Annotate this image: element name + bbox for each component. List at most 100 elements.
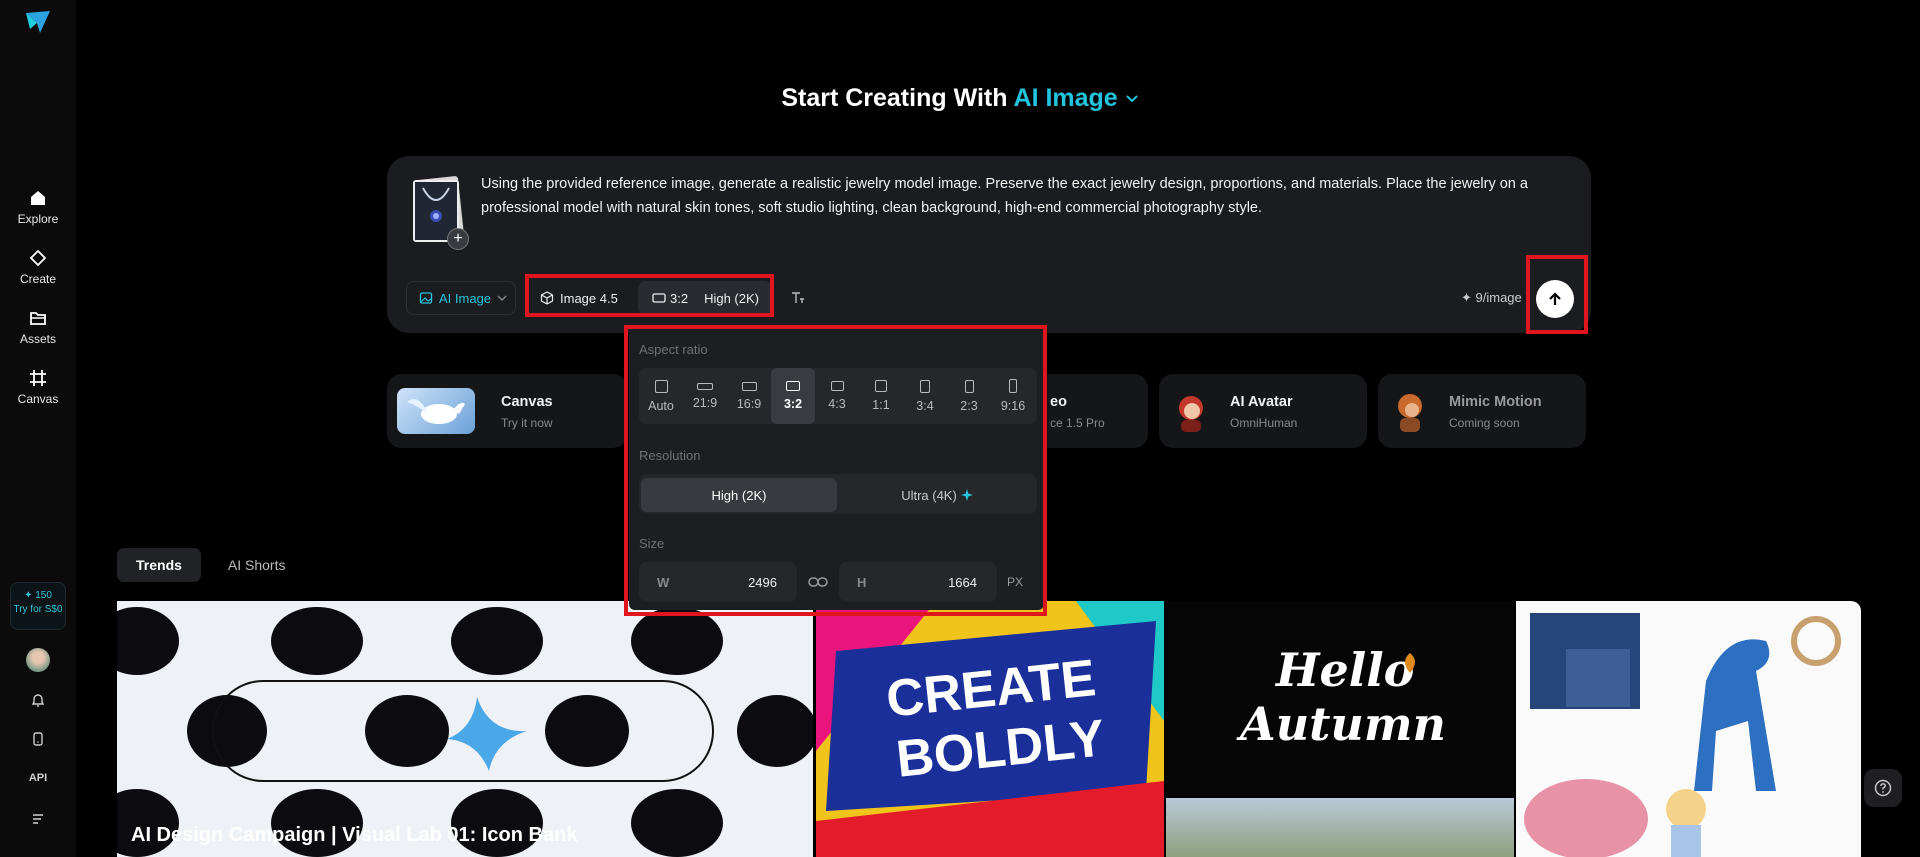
card-title: Mimic Motion bbox=[1449, 394, 1542, 410]
card-subtitle: Coming soon bbox=[1449, 416, 1520, 430]
gallery-tile-featured[interactable]: AI Design Campaign | Visual Lab 01: Icon… bbox=[117, 601, 813, 857]
submit-button[interactable] bbox=[1536, 280, 1574, 318]
ratio-option-16-9[interactable]: 16:9 bbox=[727, 368, 771, 424]
resolution-label: High (2K) bbox=[704, 290, 759, 306]
headline-prefix: Start Creating With bbox=[781, 84, 1008, 112]
aspect-ratio-popup: Aspect ratio Auto 21:9 16:9 3:2 4:3 1:1 … bbox=[629, 330, 1044, 610]
chevron-down-icon bbox=[1125, 95, 1138, 103]
height-key: H bbox=[857, 575, 867, 590]
ratio-option-9-16[interactable]: 9:16 bbox=[991, 368, 1035, 424]
tab-ai-shorts[interactable]: AI Shorts bbox=[209, 548, 305, 582]
mobile-icon[interactable] bbox=[26, 727, 50, 751]
api-link[interactable]: API bbox=[26, 766, 50, 790]
folder-icon bbox=[30, 312, 46, 325]
mimic-thumbnail bbox=[1388, 388, 1432, 434]
feature-card-mimic-motion[interactable]: Mimic Motion Coming soon bbox=[1378, 374, 1586, 448]
sidebar-item-label: Assets bbox=[19, 332, 56, 346]
tab-trends[interactable]: Trends bbox=[117, 548, 201, 582]
ratio-shape-icon bbox=[1009, 379, 1017, 393]
resolution-option-ultra[interactable]: Ultra (4K) bbox=[839, 478, 1035, 512]
avatar-thumbnail bbox=[1169, 388, 1213, 434]
leaf-icon bbox=[1405, 653, 1415, 673]
ratio-option-4-3[interactable]: 4:3 bbox=[815, 368, 859, 424]
bell-icon[interactable] bbox=[26, 688, 50, 712]
cost-label: ✦ 9/image bbox=[1461, 290, 1522, 305]
sidebar-item-assets[interactable]: Assets bbox=[0, 308, 76, 346]
ratio-option-21-9[interactable]: 21:9 bbox=[683, 368, 727, 424]
gallery-tile-create-boldly[interactable]: CREATE BOLDLY bbox=[816, 601, 1164, 857]
sidebar-item-explore[interactable]: Explore bbox=[0, 188, 76, 226]
arrow-up-icon bbox=[1549, 292, 1561, 305]
app-logo-icon[interactable] bbox=[24, 9, 52, 37]
text-format-icon bbox=[792, 292, 804, 303]
avatar[interactable] bbox=[26, 648, 50, 672]
text-style-button[interactable] bbox=[782, 281, 814, 315]
card-title: Canvas bbox=[501, 394, 553, 410]
canvas-grid-icon bbox=[30, 370, 46, 386]
ratio-option-3-4[interactable]: 3:4 bbox=[903, 368, 947, 424]
gallery-tile-hello-autumn[interactable]: Hello Autumn bbox=[1166, 601, 1514, 797]
aspect-ratio-icon bbox=[652, 293, 666, 303]
home-icon bbox=[31, 191, 45, 205]
mode-dropdown-label: AI Image bbox=[439, 290, 492, 306]
ratio-label: 4:3 bbox=[828, 397, 846, 411]
model-selector[interactable]: Image 4.5 bbox=[530, 281, 637, 315]
ratio-option-2-3[interactable]: 2:3 bbox=[947, 368, 991, 424]
width-field[interactable]: W 2496 bbox=[639, 562, 797, 602]
gallery-tile-castle[interactable] bbox=[1166, 798, 1514, 857]
ratio-shape-icon bbox=[741, 382, 757, 391]
ratio-option-3-2[interactable]: 3:2 bbox=[771, 368, 815, 424]
ratio-options: Auto 21:9 16:9 3:2 4:3 1:1 3:4 2:3 9:16 bbox=[639, 368, 1037, 424]
image-icon bbox=[419, 292, 433, 304]
card-subtitle: Try it now bbox=[501, 416, 553, 430]
sidebar-item-label: Explore bbox=[17, 212, 59, 226]
help-icon bbox=[1874, 779, 1892, 797]
featured-artwork bbox=[117, 601, 813, 857]
reference-image-thumbnail[interactable]: + bbox=[411, 175, 469, 250]
width-key: W bbox=[657, 575, 670, 590]
resolution-option-label: Ultra (4K) bbox=[901, 487, 957, 503]
gallery-tabs: Trends AI Shorts bbox=[117, 548, 305, 582]
sidebar: Explore Create Assets Canvas ✦ 150 Try f… bbox=[0, 0, 76, 857]
ratio-label: 3:4 bbox=[916, 399, 934, 413]
ratio-label: 9:16 bbox=[1000, 399, 1026, 413]
help-button[interactable] bbox=[1864, 769, 1902, 807]
cube-icon bbox=[540, 291, 554, 305]
ratio-option-1-1[interactable]: 1:1 bbox=[859, 368, 903, 424]
card-subtitle: OmniHuman bbox=[1230, 416, 1298, 430]
sidebar-item-create[interactable]: Create bbox=[0, 248, 76, 286]
unit-label: PX bbox=[1007, 575, 1024, 589]
watercolor-artwork bbox=[1524, 613, 1841, 857]
feature-card-canvas[interactable]: Canvas Try it now bbox=[387, 374, 627, 448]
ratio-shape-icon bbox=[830, 381, 844, 391]
resolution-option-high[interactable]: High (2K) bbox=[641, 478, 837, 512]
ratio-label: 1:1 bbox=[872, 398, 890, 412]
autumn-line-2: Autumn bbox=[1240, 697, 1446, 751]
sidebar-item-canvas[interactable]: Canvas bbox=[0, 368, 76, 406]
ratio-option-auto[interactable]: Auto bbox=[639, 368, 683, 424]
menu-icon[interactable] bbox=[26, 806, 50, 830]
sidebar-item-label: Create bbox=[19, 272, 57, 286]
mode-dropdown[interactable]: AI Image bbox=[406, 281, 516, 315]
sidebar-item-label: Canvas bbox=[17, 392, 59, 406]
ratio-label: 3:2 bbox=[783, 397, 803, 411]
credits-badge[interactable]: ✦ 150 Try for S$0 bbox=[10, 582, 66, 630]
card-title: AI Avatar bbox=[1230, 394, 1293, 410]
mode-switcher[interactable]: AI Image bbox=[1014, 84, 1139, 112]
feature-card-ai-avatar[interactable]: AI Avatar OmniHuman bbox=[1159, 374, 1367, 448]
chevron-down-icon bbox=[497, 295, 507, 301]
height-field[interactable]: H 1664 bbox=[839, 562, 997, 602]
ratio-shape-icon bbox=[964, 380, 974, 393]
card-subtitle: ce 1.5 Pro bbox=[1050, 416, 1105, 430]
ratio-shape-icon bbox=[786, 381, 800, 391]
mode-switcher-label: AI Image bbox=[1013, 84, 1118, 112]
resolution-options: High (2K) Ultra (4K) bbox=[639, 474, 1037, 514]
add-reference-button[interactable]: + bbox=[447, 228, 469, 250]
prompt-input[interactable]: Using the provided reference image, gene… bbox=[481, 172, 1551, 220]
ratio-resolution-button[interactable]: 3:2 High (2K) bbox=[638, 281, 772, 315]
ratio-shape-icon bbox=[875, 380, 887, 392]
page-title: Start Creating With AI Image bbox=[0, 84, 1920, 113]
link-icon[interactable] bbox=[805, 572, 831, 592]
model-selector-label: Image 4.5 bbox=[560, 290, 618, 306]
gallery-tile-watercolor[interactable] bbox=[1516, 601, 1861, 857]
